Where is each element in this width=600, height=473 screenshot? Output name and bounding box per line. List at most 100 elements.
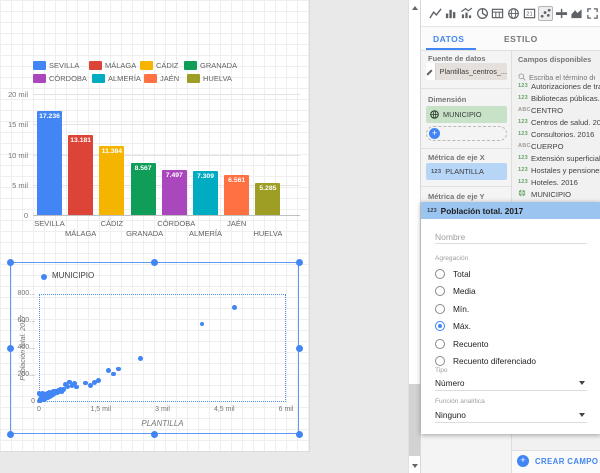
- scroll-up-icon[interactable]: [412, 6, 418, 10]
- scatter-point: [96, 378, 101, 383]
- numeric-type-icon: 123: [426, 169, 441, 175]
- radio-button[interactable]: [435, 339, 445, 349]
- field-item[interactable]: 123Hoteles. 2016: [512, 176, 600, 188]
- scatter-point: [74, 385, 79, 390]
- bullet-chart-icon[interactable]: [554, 6, 568, 21]
- section-divider: [421, 186, 511, 187]
- bar-category-label: MÁLAGA: [64, 229, 98, 238]
- pivot-table-icon[interactable]: [585, 6, 599, 21]
- aggregation-label: Agregación: [435, 255, 468, 262]
- properties-panel: 21 DATOS ESTILO Fuente de datos Plantill…: [420, 0, 600, 473]
- legend-label: CÁDIZ: [156, 61, 179, 70]
- bar-value-label: 17.236: [37, 113, 62, 120]
- create-field-button[interactable]: + CREAR CAMPO: [517, 455, 598, 467]
- gridline: [33, 124, 300, 125]
- scroll-down-icon[interactable]: [412, 464, 418, 468]
- radio-label: Recuento diferenciado: [453, 356, 536, 366]
- legend-label: HUELVA: [203, 74, 232, 83]
- field-item[interactable]: 123Centros de salud. 2016: [512, 116, 600, 128]
- bar-value-label: 7.309: [193, 173, 218, 180]
- radio-label: Mín.: [453, 304, 469, 314]
- panel-tabs: DATOS ESTILO: [421, 27, 600, 51]
- add-dimension-dropzone[interactable]: +: [426, 126, 507, 141]
- radio-option[interactable]: Media: [435, 283, 595, 301]
- scorecard-icon[interactable]: 21: [522, 6, 536, 21]
- create-field-label: CREAR CAMPO: [535, 457, 598, 466]
- scatter-chart-icon[interactable]: [538, 6, 553, 21]
- text-field-icon: ABC: [518, 143, 531, 149]
- metric-x-chip-plantilla[interactable]: 123 PLANTILLA: [426, 163, 507, 180]
- canvas-scrollbar[interactable]: [408, 0, 420, 473]
- scatter-chart-widget[interactable]: MUNICIPIO0200...400...600...800...01,5 m…: [10, 262, 299, 434]
- radio-button[interactable]: [435, 321, 445, 331]
- bar[interactable]: [68, 135, 93, 215]
- field-item[interactable]: 123Autorizaciones de tra...: [512, 80, 600, 92]
- field-item[interactable]: ABCCUERPO: [512, 140, 600, 152]
- analytic-function-dropdown[interactable]: Ninguno: [435, 408, 587, 423]
- table-icon[interactable]: [491, 6, 505, 21]
- field-item[interactable]: 123Extensión superficial, ...: [512, 152, 600, 164]
- bar-category-label: GRANADA: [126, 229, 160, 238]
- field-label: Extensión superficial, ...: [531, 154, 600, 163]
- add-icon[interactable]: +: [429, 128, 440, 139]
- radio-option[interactable]: Recuento diferenciado: [435, 353, 595, 371]
- tab-estilo[interactable]: ESTILO: [504, 27, 538, 51]
- fields-list: 123Autorizaciones de tra...123Biblioteca…: [512, 80, 600, 200]
- radio-button[interactable]: [435, 304, 445, 314]
- field-item[interactable]: 123Consultorios. 2016: [512, 128, 600, 140]
- dimension-chip-label: MUNICIPIO: [439, 110, 482, 119]
- selection-handle[interactable]: [151, 431, 158, 438]
- bar-value-label: 5.285: [255, 185, 280, 192]
- scatter-point: [138, 356, 143, 361]
- bar-value-label: 11.384: [99, 148, 124, 155]
- area-chart-icon[interactable]: [570, 6, 584, 21]
- geo-map-icon[interactable]: [506, 6, 520, 21]
- radio-button[interactable]: [435, 356, 445, 366]
- radio-option[interactable]: Total: [435, 265, 595, 283]
- selection-handle[interactable]: [296, 259, 303, 266]
- edit-pencil-icon[interactable]: [426, 63, 436, 80]
- radio-option[interactable]: Recuento: [435, 335, 595, 353]
- pie-chart-icon[interactable]: [475, 6, 489, 21]
- radio-option[interactable]: Mín.: [435, 300, 595, 318]
- radio-button[interactable]: [435, 286, 445, 296]
- dimension-chip-municipio[interactable]: MUNICIPIO: [426, 106, 507, 123]
- x-axis-line: [33, 215, 300, 216]
- line-chart-icon[interactable]: [428, 6, 442, 21]
- field-item[interactable]: ABCCENTRO: [512, 104, 600, 116]
- selection-handle[interactable]: [296, 431, 303, 438]
- metric-x-label: Métrica de eje X: [428, 153, 485, 162]
- numeric-field-icon: 123: [518, 119, 531, 125]
- legend-item: CÓRDOBA: [33, 73, 87, 83]
- selection-handle[interactable]: [151, 259, 158, 266]
- field-label: Hostales y pensiones...: [531, 166, 600, 175]
- bar-category-label: SEVILLA: [33, 219, 67, 228]
- data-source-label: Fuente de datos: [428, 54, 486, 63]
- legend-item: GRANADA: [184, 60, 237, 70]
- report-canvas[interactable]: SEVILLAMÁLAGACÁDIZGRANADACÓRDOBAALMERÍAJ…: [0, 0, 310, 452]
- bar[interactable]: [37, 111, 62, 215]
- data-source-chip[interactable]: Plantillas_centros_...: [426, 63, 507, 80]
- radio-button[interactable]: [435, 269, 445, 279]
- field-item[interactable]: 123Bibliotecas públicas. ...: [512, 92, 600, 104]
- radio-option[interactable]: Máx.: [435, 318, 595, 336]
- legend-label: GRANADA: [200, 61, 237, 70]
- selection-handle[interactable]: [7, 431, 14, 438]
- bar[interactable]: [99, 146, 124, 215]
- text-field-icon: ABC: [518, 107, 531, 113]
- field-editor-title: Población total. 2017: [441, 206, 524, 216]
- field-label: CENTRO: [531, 106, 563, 115]
- combo-chart-icon[interactable]: [459, 6, 473, 21]
- field-item[interactable]: MUNICIPIO: [512, 188, 600, 200]
- field-item[interactable]: 123Hostales y pensiones...: [512, 164, 600, 176]
- bar-chart-icon[interactable]: [444, 6, 458, 21]
- chevron-down-icon: [579, 381, 585, 385]
- radio-label: Total: [453, 269, 471, 279]
- selection-handle[interactable]: [296, 345, 303, 352]
- available-fields-label: Campos disponibles: [518, 55, 591, 64]
- field-name-input[interactable]: [435, 230, 587, 244]
- bar-category-label: HUELVA: [251, 229, 285, 238]
- type-dropdown[interactable]: Número: [435, 376, 587, 391]
- radio-label: Media: [453, 286, 476, 296]
- selection-handle[interactable]: [7, 259, 14, 266]
